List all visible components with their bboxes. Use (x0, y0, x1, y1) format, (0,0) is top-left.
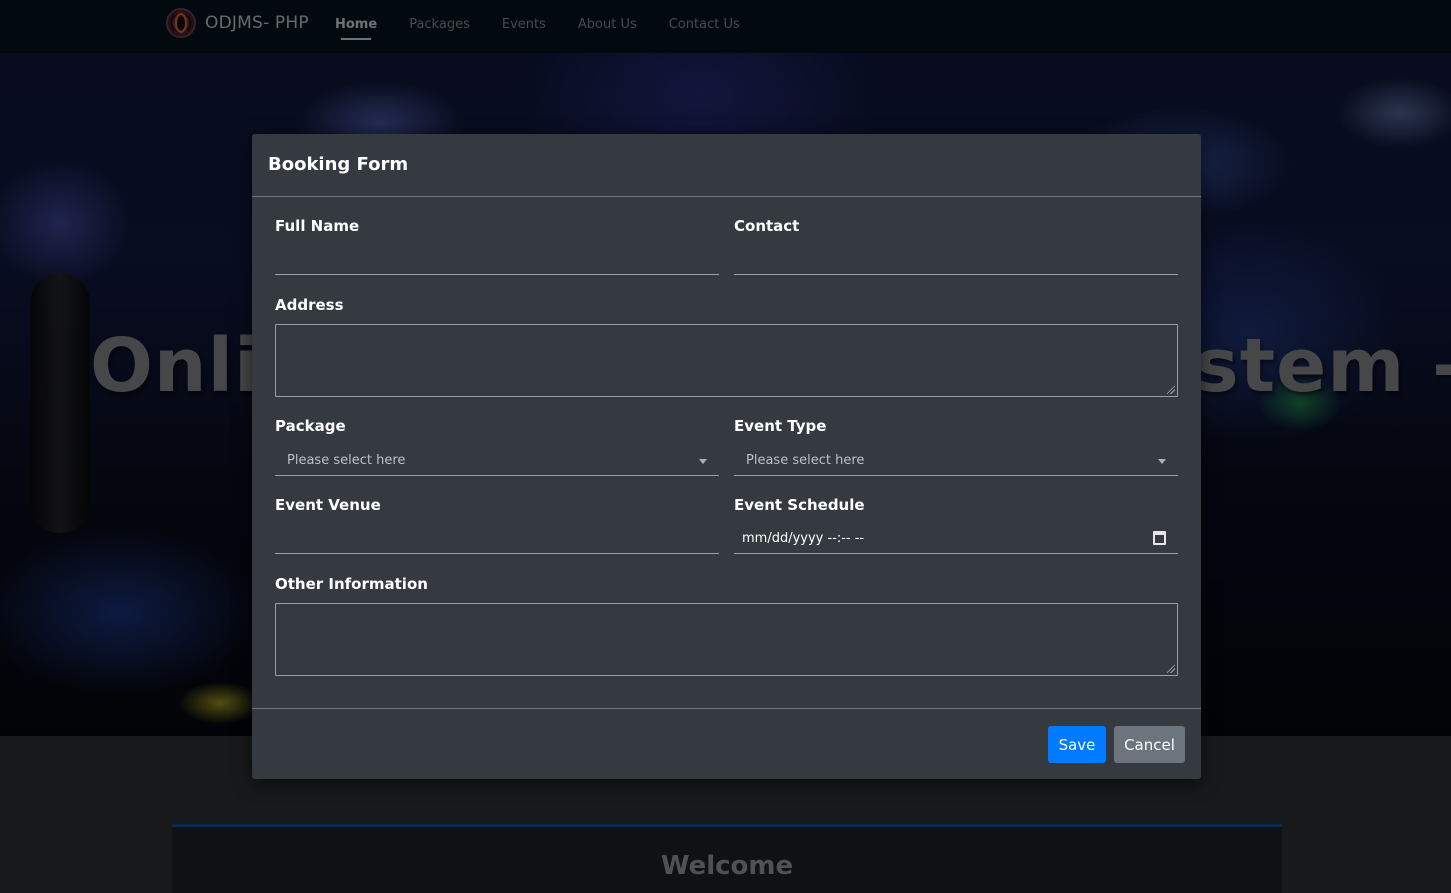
chevron-down-icon (699, 459, 707, 464)
resize-grip-icon[interactable] (1167, 386, 1175, 394)
event-venue-label: Event Venue (275, 496, 381, 514)
other-information-label: Other Information (275, 575, 428, 593)
event-schedule-label: Event Schedule (734, 496, 865, 514)
modal-header: Booking Form (252, 134, 1201, 197)
address-textarea[interactable] (275, 324, 1178, 397)
address-label: Address (275, 296, 344, 314)
modal-title: Booking Form (268, 154, 409, 175)
modal-footer: Save Cancel (252, 708, 1201, 779)
event-venue-input[interactable] (275, 524, 719, 554)
package-label: Package (275, 417, 346, 435)
event-type-select[interactable]: Please select here (734, 446, 1178, 476)
contact-input[interactable] (734, 245, 1178, 275)
package-select[interactable]: Please select here (275, 446, 719, 476)
other-information-textarea[interactable] (275, 603, 1178, 676)
event-type-select-placeholder: Please select here (746, 453, 865, 468)
event-schedule-value: mm/dd/yyyy --:-- -- (742, 531, 865, 546)
resize-grip-icon[interactable] (1167, 665, 1175, 673)
chevron-down-icon (1158, 459, 1166, 464)
calendar-icon[interactable] (1153, 531, 1166, 545)
modal-body: Full Name Contact Address Package Please… (252, 197, 1201, 708)
event-schedule-input[interactable]: mm/dd/yyyy --:-- -- (734, 524, 1178, 554)
full-name-label: Full Name (275, 217, 360, 235)
save-button[interactable]: Save (1048, 726, 1106, 763)
cancel-button[interactable]: Cancel (1114, 726, 1185, 763)
event-type-label: Event Type (734, 417, 827, 435)
booking-form-modal: Booking Form Full Name Contact Address P… (252, 134, 1201, 779)
package-select-placeholder: Please select here (287, 453, 406, 468)
contact-label: Contact (734, 217, 800, 235)
full-name-input[interactable] (275, 245, 719, 275)
